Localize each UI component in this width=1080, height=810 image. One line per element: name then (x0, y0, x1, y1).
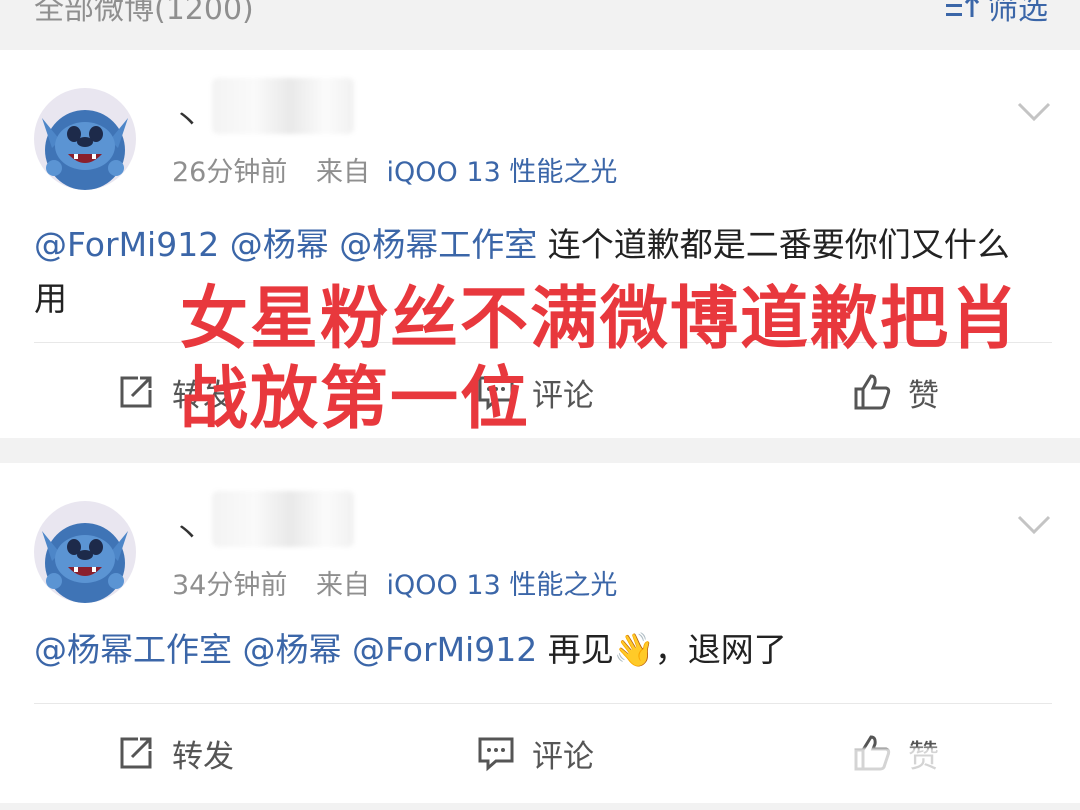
redaction-blur (212, 78, 354, 134)
post-text: 再见👋，退网了 (547, 630, 787, 669)
watermark (832, 748, 1058, 790)
post-meta: 34分钟前 来自 iQOO 13 性能之光 (172, 563, 617, 602)
mention-link[interactable]: @杨幂 (243, 630, 342, 669)
mention-link[interactable]: @ForMi912 (34, 225, 219, 264)
all-posts-label[interactable]: 全部微博(1200) (34, 0, 254, 28)
filter-button[interactable]: 筛选 (944, 0, 1048, 28)
device-source[interactable]: iQOO 13 性能之光 (387, 157, 618, 188)
avatar[interactable] (34, 88, 136, 190)
post-meta: 26分钟前 来自 iQOO 13 性能之光 (172, 150, 617, 189)
comment-button[interactable]: 评论 (476, 713, 594, 793)
chevron-down-icon[interactable] (1016, 100, 1052, 124)
device-source[interactable]: iQOO 13 性能之光 (387, 570, 618, 601)
repost-icon (120, 737, 152, 769)
feed-header: 全部微博(1200) 筛选 (0, 0, 1080, 50)
filter-label: 筛选 (988, 0, 1048, 27)
redaction-blur (212, 491, 354, 547)
comment-icon (478, 737, 514, 772)
mention-link[interactable]: @ForMi912 (352, 630, 537, 669)
comment-label: 评论 (532, 738, 594, 775)
mention-link[interactable]: @杨幂工作室 (34, 630, 232, 669)
username[interactable]: 丶 (172, 96, 202, 140)
post-time: 26分钟前 (172, 157, 288, 188)
repost-label: 转发 (172, 738, 234, 775)
avatar[interactable] (34, 501, 136, 603)
post-content: @杨幂工作室 @杨幂 @ForMi912 再见👋，退网了 (34, 623, 1040, 677)
repost-icon (120, 376, 152, 408)
chevron-down-icon[interactable] (1016, 513, 1052, 537)
username[interactable]: 丶 (172, 509, 202, 553)
source-prefix: 来自 (315, 157, 370, 188)
mention-link[interactable]: @杨幂 (230, 225, 329, 264)
mention-link[interactable]: @杨幂工作室 (339, 225, 537, 264)
divider (34, 703, 1052, 704)
filter-icon (946, 0, 980, 17)
repost-button[interactable]: 转发 (116, 713, 234, 793)
post-time: 34分钟前 (172, 570, 288, 601)
source-prefix: 来自 (315, 570, 370, 601)
overlay-caption: 女星粉丝不满微博道歉把肖战放第一位 (180, 280, 1021, 439)
